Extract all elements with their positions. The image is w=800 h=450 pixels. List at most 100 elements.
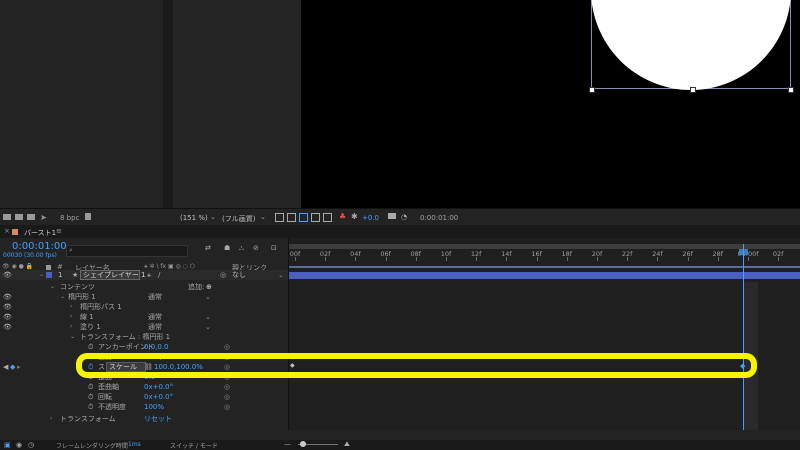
eye-icon[interactable]: 👁 <box>3 292 12 302</box>
close-icon[interactable]: × <box>4 227 10 235</box>
frame-blend-icon[interactable]: ⊘ <box>253 244 259 252</box>
bbox-handle-br[interactable] <box>788 87 794 93</box>
render-toggle-icon[interactable]: ◉ <box>16 441 22 449</box>
folder-icon[interactable] <box>3 214 11 220</box>
expression-pickwhip-icon[interactable]: ◎ <box>224 342 230 352</box>
skew-axis-value[interactable]: 0x+0.0° <box>144 382 173 392</box>
expression-pickwhip-icon[interactable]: ◎ <box>224 392 230 402</box>
layer-transform-reset[interactable]: リセット <box>144 414 172 424</box>
composition-icon[interactable]: ▣ <box>4 441 11 449</box>
rotation-value[interactable]: 0x+0.0° <box>144 392 173 402</box>
twirl-down-icon[interactable]: ⌄ <box>70 332 75 342</box>
prev-keyframe-icon[interactable]: ◀ <box>3 362 8 372</box>
twirl-down-icon[interactable]: ⌄ <box>60 292 65 302</box>
eye-icon[interactable]: 👁 <box>3 302 12 312</box>
tab-menu-icon[interactable]: ≡ <box>56 227 62 235</box>
stopwatch-icon[interactable]: ⏱ <box>88 342 93 352</box>
fill-blend-mode[interactable]: 通常 <box>148 322 162 332</box>
eye-icon[interactable]: 👁 <box>3 322 12 332</box>
opacity-row[interactable]: ⏱ 不透明度 100% ◎ <box>0 402 288 412</box>
zoom-dropdown[interactable]: (151 %) <box>180 214 208 222</box>
flowchart-icon[interactable]: ➤ <box>40 213 47 222</box>
keyframe-diamond-icon[interactable]: ◆ <box>10 362 15 372</box>
mask-path-icon[interactable] <box>299 213 308 222</box>
blend-chevron-icon: ⌄ <box>205 323 211 331</box>
camera-snapshot-icon[interactable] <box>388 213 396 219</box>
layer-duration-bar[interactable] <box>289 272 800 279</box>
comp-mini-flowchart-icon[interactable]: ⇄ <box>205 244 211 252</box>
exposure-icon[interactable]: ✱ <box>351 212 358 221</box>
resolution-dropdown[interactable]: (フル画質) <box>222 214 255 224</box>
stats-toggle-icon[interactable]: ◷ <box>28 441 34 449</box>
next-keyframe-icon[interactable]: ▸ <box>17 362 21 372</box>
switches-mode-toggle[interactable]: スイッチ / モード <box>170 441 218 450</box>
ellipse-group-row[interactable]: 👁 ⌄ 楕円形 1 通常 ⌄ <box>0 292 288 302</box>
time-ruler[interactable]: 00f 02f 04f 06f 08f 10f 12f 14f 16f 18f 20f 22f 24f 2… <box>289 249 800 263</box>
parent-dropdown[interactable]: なし <box>232 270 246 280</box>
switch-quality-icon[interactable]: / <box>158 270 160 280</box>
trash-icon[interactable] <box>85 213 91 220</box>
skew-axis-row[interactable]: ⏱ 歪曲軸 0x+0.0° ◎ <box>0 382 288 392</box>
bbox-handle-bm[interactable] <box>690 87 696 93</box>
twirl-right-icon[interactable]: › <box>70 322 72 332</box>
fill-row[interactable]: 👁 › 塗り 1 通常 ⌄ <box>0 322 288 332</box>
anchor-value[interactable]: 0.0,0.0 <box>144 342 169 352</box>
twirl-right-icon[interactable]: › <box>70 302 72 312</box>
eye-icon[interactable]: 👁 <box>3 312 12 322</box>
transform-group-row[interactable]: ⌄ トランスフォーム : 楕円形 1 <box>0 332 288 342</box>
show-snapshot-icon[interactable]: ◔ <box>401 213 407 221</box>
stopwatch-icon[interactable]: ⏱ <box>88 402 93 412</box>
stroke-blend-mode[interactable]: 通常 <box>148 312 162 322</box>
ruler-tick <box>325 257 327 261</box>
twirl-right-icon[interactable]: › <box>70 312 72 322</box>
layer-color-label[interactable] <box>46 272 52 278</box>
transparency-grid-icon[interactable] <box>287 213 296 222</box>
zoom-in-icon[interactable]: ⛰ <box>344 440 350 449</box>
draft-3d-icon[interactable]: ☗ <box>224 244 230 252</box>
timeline-graph-area[interactable]: 00f 02f 04f 06f 08f 10f 12f 14f 16f 18f 20f 22f 24f 2… <box>288 238 800 430</box>
timeline-panel: 0:00:01:00 00030 (30.00 fps) ⌕ ⇄ ☗ ⛬ ⊘ ⊡… <box>0 238 800 440</box>
twirl-right-icon[interactable]: › <box>50 414 52 424</box>
stopwatch-icon[interactable]: ⏱ <box>88 392 93 402</box>
av-switch-icons: 👁 ◉ ● 🔒 <box>2 263 34 270</box>
current-time[interactable]: 0:00:01:00 <box>12 241 67 252</box>
expression-pickwhip-icon[interactable]: ◎ <box>224 382 230 392</box>
add-icon[interactable]: ⊕ <box>206 282 212 292</box>
stroke-row[interactable]: 👁 › 線 1 通常 ⌄ <box>0 312 288 322</box>
zoom-slider-thumb[interactable] <box>300 441 306 447</box>
twirl-down-icon[interactable]: ⌄ <box>39 270 44 280</box>
twirl-down-icon[interactable]: ⌄ <box>50 282 55 292</box>
folder-new-icon[interactable] <box>15 214 23 220</box>
layer-transform-row[interactable]: › トランスフォーム リセット <box>0 414 288 424</box>
ellipse-path-row[interactable]: 👁 › 楕円形パス 1 <box>0 302 288 312</box>
playhead-handle[interactable] <box>739 249 748 255</box>
layer-row-1[interactable]: 👁 ⌄ 1 ★ シェイプレイヤー 1 ⚹ / ◎ なし ⌄ <box>0 270 288 280</box>
ellipse-blend-mode[interactable]: 通常 <box>148 292 162 302</box>
opacity-value[interactable]: 100% <box>144 402 164 412</box>
exposure-value[interactable]: +0.0 <box>362 214 379 222</box>
bbox-handle-bl[interactable] <box>589 87 595 93</box>
contents-row[interactable]: ⌄ コンテンツ 追加: ⊕ <box>0 282 288 292</box>
anchor-row[interactable]: ⏱ アンカーポイント 0.0,0.0 ◎ <box>0 342 288 352</box>
bpc-label[interactable]: 8 bpc <box>60 214 79 222</box>
grid-guides-icon[interactable] <box>311 213 320 222</box>
layer-search-input[interactable]: ⌕ <box>66 245 188 257</box>
comp-new-icon[interactable] <box>27 214 35 220</box>
stopwatch-icon[interactable]: ⏱ <box>88 382 93 392</box>
expression-pickwhip-icon[interactable]: ◎ <box>224 402 230 412</box>
viewer-timecode[interactable]: 0:00:01:00 <box>420 214 458 222</box>
layer-name-field[interactable]: シェイプレイヤー 1 <box>80 270 145 280</box>
switch-collapse-icon[interactable]: ⚹ <box>147 270 151 280</box>
rotation-row[interactable]: ⏱ 回転 0x+0.0° ◎ <box>0 392 288 402</box>
parent-pickwhip-icon[interactable]: ◎ <box>220 270 226 280</box>
zoom-slider[interactable] <box>298 441 338 447</box>
comp-tab-title[interactable]: バースト1 <box>24 228 56 238</box>
channel-icon[interactable] <box>323 213 332 222</box>
graph-editor-icon[interactable]: ⊡ <box>271 244 277 252</box>
composition-viewer[interactable] <box>301 0 800 208</box>
eye-icon[interactable]: 👁 <box>3 270 12 280</box>
shy-icon[interactable]: ⛬ <box>239 244 244 253</box>
snapshot-region-icon[interactable] <box>275 213 284 222</box>
color-channels-icon[interactable]: ♣ <box>339 212 346 221</box>
zoom-out-icon[interactable]: — <box>284 440 291 448</box>
